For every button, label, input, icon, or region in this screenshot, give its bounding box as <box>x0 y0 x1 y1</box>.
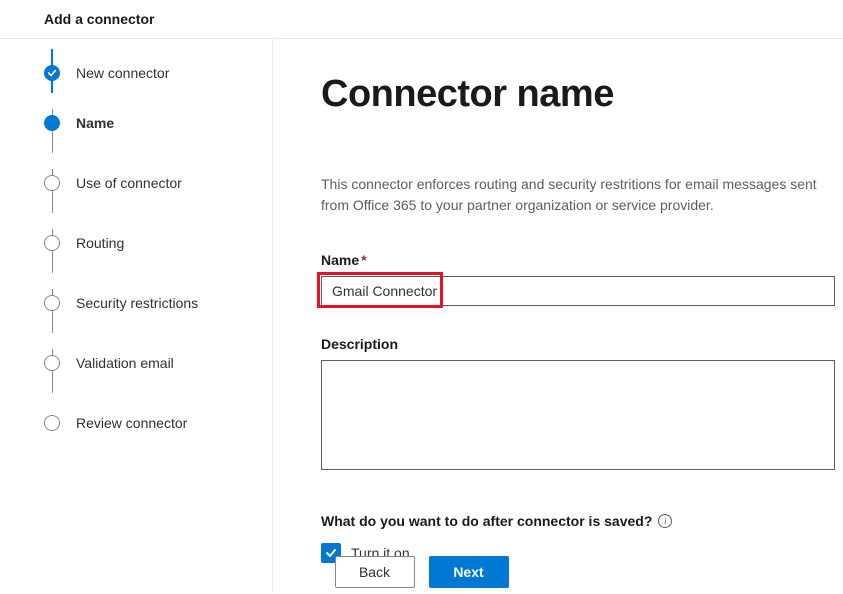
step-new-connector[interactable]: New connector <box>44 53 272 93</box>
step-routing[interactable]: Routing <box>44 213 272 273</box>
step-marker-pending-icon <box>44 355 60 371</box>
layout: New connector Name Use of connector Rout… <box>0 39 843 591</box>
step-label: Name <box>76 115 114 131</box>
step-marker-pending-icon <box>44 295 60 311</box>
wizard-footer: Back Next <box>0 546 843 594</box>
name-label: Name* <box>321 252 835 268</box>
main-content: Connector name This connector enforces r… <box>273 39 843 591</box>
step-name[interactable]: Name <box>44 93 272 153</box>
info-icon[interactable]: i <box>658 514 672 528</box>
name-field-wrapper <box>321 276 835 306</box>
step-label: Security restrictions <box>76 295 198 311</box>
wizard-title: Add a connector <box>44 11 154 27</box>
required-asterisk: * <box>361 252 366 268</box>
intro-text: This connector enforces routing and secu… <box>321 174 821 216</box>
wizard-header: Add a connector <box>0 0 843 39</box>
check-icon <box>47 68 57 78</box>
description-label: Description <box>321 336 835 352</box>
step-validation-email[interactable]: Validation email <box>44 333 272 393</box>
step-security-restrictions[interactable]: Security restrictions <box>44 273 272 333</box>
step-label: New connector <box>76 65 169 81</box>
back-button[interactable]: Back <box>335 556 415 588</box>
step-label: Routing <box>76 235 124 251</box>
step-marker-pending-icon <box>44 415 60 431</box>
description-textarea[interactable] <box>321 360 835 470</box>
page-title: Connector name <box>321 73 835 116</box>
step-marker-pending-icon <box>44 175 60 191</box>
save-question-row: What do you want to do after connector i… <box>321 513 835 529</box>
name-input[interactable] <box>321 276 835 306</box>
stepper: New connector Name Use of connector Rout… <box>44 53 272 453</box>
step-label: Review connector <box>76 415 187 431</box>
step-review-connector[interactable]: Review connector <box>44 393 272 453</box>
save-question-text: What do you want to do after connector i… <box>321 513 652 529</box>
step-marker-pending-icon <box>44 235 60 251</box>
step-marker-current-icon <box>44 115 60 131</box>
step-label: Use of connector <box>76 175 182 191</box>
wizard-sidebar: New connector Name Use of connector Rout… <box>0 39 273 591</box>
next-button[interactable]: Next <box>429 556 509 588</box>
step-marker-completed-icon <box>44 65 60 81</box>
step-label: Validation email <box>76 355 174 371</box>
step-use-of-connector[interactable]: Use of connector <box>44 153 272 213</box>
